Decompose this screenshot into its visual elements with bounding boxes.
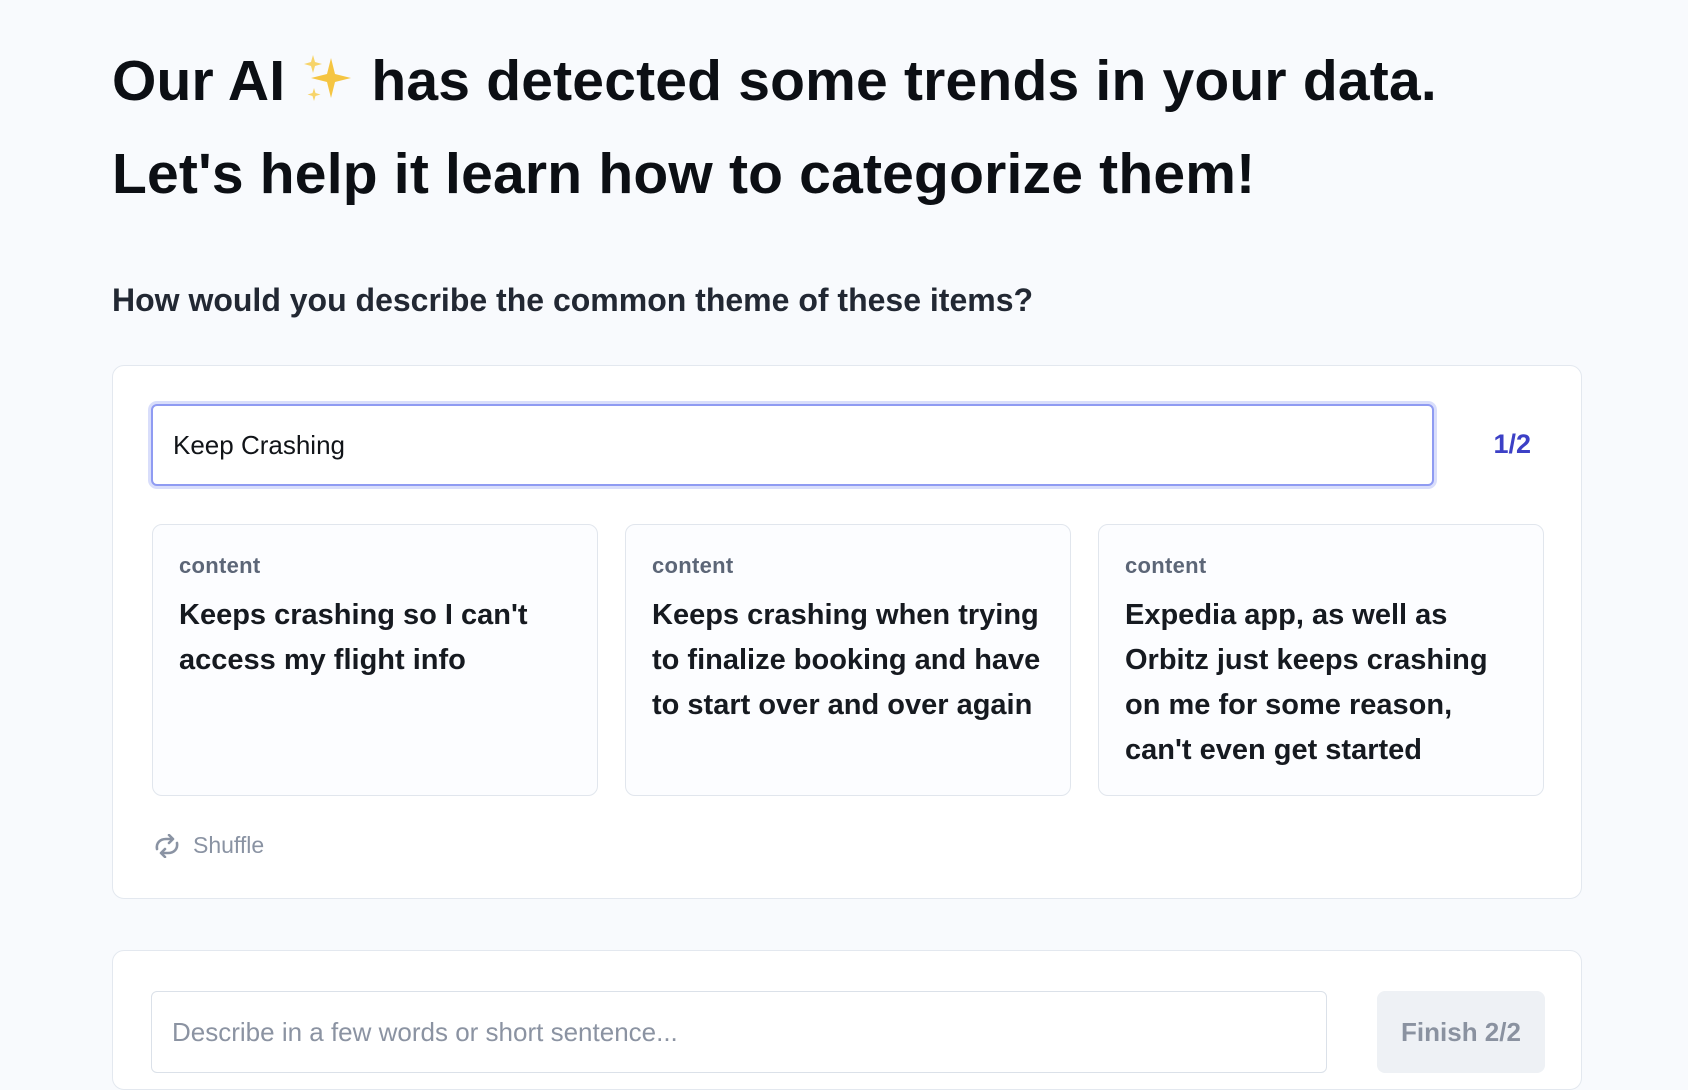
sample-items: content Keeps crashing so I can't access… [152,524,1544,796]
next-theme-card: Finish 2/2 [112,950,1582,1090]
item-text: Keeps crashing so I can't access my flig… [179,599,528,676]
sparkles-icon [301,44,355,131]
title-line-1: Our AI has detected some trends in your … [112,49,1437,113]
theme-card: 1/2 content Keeps crashing so I can't ac… [112,365,1582,899]
shuffle-icon [153,833,181,858]
shuffle-label: Shuffle [193,832,265,858]
sample-item-card: content Keeps crashing so I can't access… [152,524,598,796]
step-counter: 1/2 [1493,429,1531,459]
theme-question: How would you describe the common theme … [112,282,1034,318]
title-line-1-start: Our AI [112,49,302,113]
sample-item-card: content Keeps crashing when trying to fi… [625,524,1071,796]
title-line-1-end: has detected some trends in your data. [355,49,1437,113]
page-title: Our AI has detected some trends in your … [112,0,1584,218]
sample-item-card: content Expedia app, as well as Orbitz j… [1098,524,1544,796]
describe-input[interactable] [151,991,1327,1073]
theme-input[interactable] [151,404,1434,486]
shuffle-button[interactable]: Shuffle [153,832,264,859]
item-label: content [1125,553,1207,578]
item-label: content [652,553,734,578]
title-line-2: Let's help it learn how to categorize th… [112,142,1256,206]
item-label: content [179,553,261,578]
item-text: Keeps crashing when trying to finalize b… [652,599,1041,721]
item-text: Expedia app, as well as Orbitz just keep… [1125,599,1488,766]
main-page: Our AI has detected some trends in your … [112,0,1584,1090]
finish-button[interactable]: Finish 2/2 [1377,991,1545,1073]
